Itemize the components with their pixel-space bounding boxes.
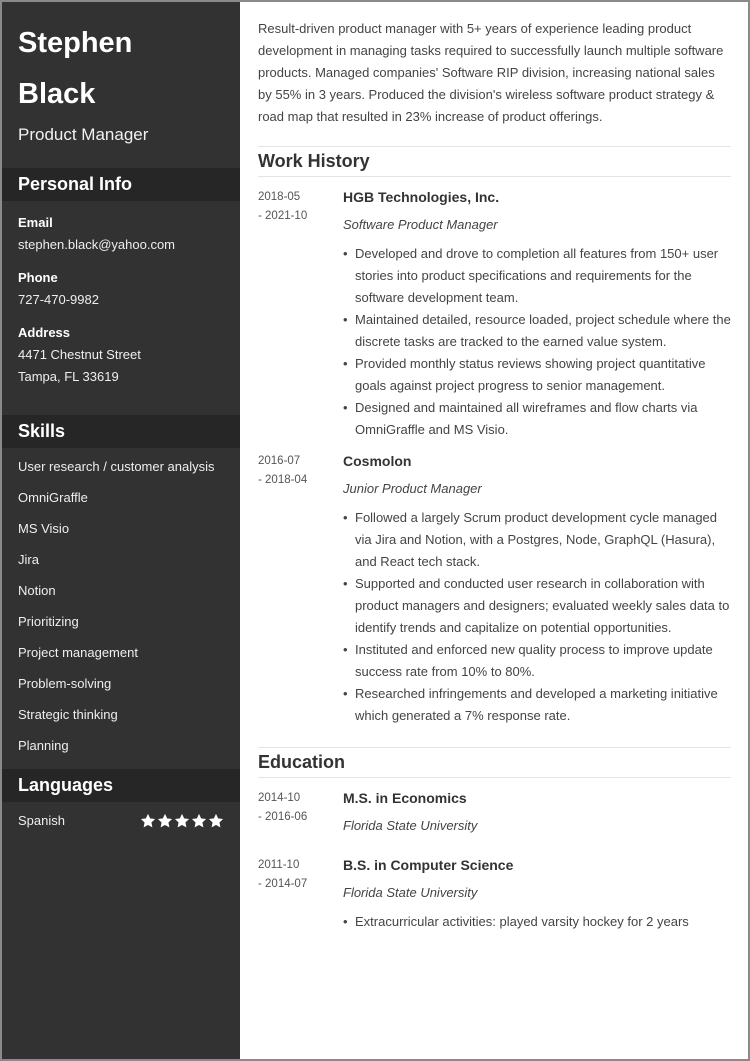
degree-title: M.S. in Economics xyxy=(343,790,467,806)
skill-item: Planning xyxy=(18,738,69,753)
language-rating xyxy=(140,813,224,829)
address-line-1: 4471 Chestnut Street xyxy=(18,347,141,362)
personal-info-heading: Personal Info xyxy=(2,168,240,201)
date-end: - 2016-06 xyxy=(258,811,308,823)
role-title: Software Product Manager xyxy=(343,217,498,232)
company-name: HGB Technologies, Inc. xyxy=(343,189,500,205)
date-start: 2011-10 xyxy=(258,859,300,871)
date-end: - 2018-04 xyxy=(258,474,308,486)
responsibility-item: Provided monthly status reviews showing … xyxy=(343,353,731,397)
languages-heading: Languages xyxy=(2,769,240,802)
responsibility-item: Maintained detailed, resource loaded, pr… xyxy=(343,309,731,353)
star-filled-icon xyxy=(157,813,173,829)
responsibility-item: Designed and maintained all wireframes a… xyxy=(343,397,731,441)
date-start: 2016-07 xyxy=(258,455,301,467)
role-title: Junior Product Manager xyxy=(343,481,482,496)
education-detail-list: Extracurricular activities: played varsi… xyxy=(343,911,731,933)
phone-value: 727-470-9982 xyxy=(18,292,99,307)
skills-heading: Skills xyxy=(2,415,240,448)
education-detail-item: Extracurricular activities: played varsi… xyxy=(343,911,731,933)
responsibility-list: Followed a largely Scrum product develop… xyxy=(343,507,731,727)
date-start: 2014-10 xyxy=(258,792,301,804)
school-name: Florida State University xyxy=(343,885,478,900)
work-entry-body: Cosmolon Junior Product Manager Followed… xyxy=(343,451,731,727)
address-value: 4471 Chestnut Street Tampa, FL 33619 xyxy=(18,344,224,388)
job-title: Product Manager xyxy=(18,125,149,144)
work-entry: 2016-07 - 2018-04 Cosmolon Junior Produc… xyxy=(258,451,731,727)
candidate-name: Stephen Black xyxy=(2,2,240,120)
school-name: Florida State University xyxy=(343,818,478,833)
responsibility-item: Researched infringements and developed a… xyxy=(343,683,731,727)
skill-item: MS Visio xyxy=(18,521,70,536)
first-name: Stephen xyxy=(18,27,133,59)
skill-item: Strategic thinking xyxy=(18,707,118,722)
star-filled-icon xyxy=(140,813,156,829)
company-name: Cosmolon xyxy=(343,453,412,469)
email-value[interactable]: stephen.black@yahoo.com xyxy=(18,234,224,256)
work-entry: 2018-05 - 2021-10 HGB Technologies, Inc.… xyxy=(258,187,731,441)
skill-item: Project management xyxy=(18,645,138,660)
skill-item: Problem-solving xyxy=(18,676,112,691)
address-line-2: Tampa, FL 33619 xyxy=(18,369,119,384)
date-end: - 2021-10 xyxy=(258,210,308,222)
language-item: Spanish xyxy=(2,802,240,832)
responsibility-item: Supported and conducted user research in… xyxy=(343,573,731,639)
work-entry-body: HGB Technologies, Inc. Software Product … xyxy=(343,187,731,441)
star-filled-icon xyxy=(174,813,190,829)
responsibility-item: Developed and drove to completion all fe… xyxy=(343,243,731,309)
email-label: Email xyxy=(18,215,53,230)
education-heading: Education xyxy=(258,747,731,778)
date-start: 2018-05 xyxy=(258,191,301,203)
phone-label: Phone xyxy=(18,270,58,285)
education-entry-body: M.S. in Economics Florida State Universi… xyxy=(343,788,731,836)
responsibility-item: Followed a largely Scrum product develop… xyxy=(343,507,731,573)
address-label: Address xyxy=(18,325,71,340)
degree-title: B.S. in Computer Science xyxy=(343,857,514,873)
star-filled-icon xyxy=(208,813,224,829)
date-end: - 2014-07 xyxy=(258,878,308,890)
resume-page: Stephen Black Product Manager Personal I… xyxy=(0,0,750,1061)
profile-summary: Result-driven product manager with 5+ ye… xyxy=(258,21,724,124)
skill-item: User research / customer analysis xyxy=(18,459,215,474)
star-filled-icon xyxy=(191,813,207,829)
skill-item: Notion xyxy=(18,583,56,598)
personal-info-section: Email stephen.black@yahoo.com Phone 727-… xyxy=(2,214,240,388)
education-entry-dates: 2011-10 - 2014-07 xyxy=(258,855,343,933)
work-history-heading: Work History xyxy=(258,146,731,177)
work-entry-dates: 2016-07 - 2018-04 xyxy=(258,451,343,727)
last-name: Black xyxy=(18,78,96,110)
sidebar: Stephen Black Product Manager Personal I… xyxy=(2,2,240,1059)
skill-item: Prioritizing xyxy=(18,614,79,629)
main-content: Result-driven product manager with 5+ ye… xyxy=(240,2,748,1059)
skill-item: OmniGraffle xyxy=(18,490,88,505)
education-entry-body: B.S. in Computer Science Florida State U… xyxy=(343,855,731,933)
language-name: Spanish xyxy=(18,813,65,828)
skill-item: Jira xyxy=(18,552,39,567)
work-entry-dates: 2018-05 - 2021-10 xyxy=(258,187,343,441)
education-entry-dates: 2014-10 - 2016-06 xyxy=(258,788,343,836)
skills-list: User research / customer analysis OmniGr… xyxy=(2,448,240,757)
education-entry: 2011-10 - 2014-07 B.S. in Computer Scien… xyxy=(258,855,731,933)
responsibility-item: Instituted and enforced new quality proc… xyxy=(343,639,731,683)
education-entry: 2014-10 - 2016-06 M.S. in Economics Flor… xyxy=(258,788,731,836)
responsibility-list: Developed and drove to completion all fe… xyxy=(343,243,731,441)
